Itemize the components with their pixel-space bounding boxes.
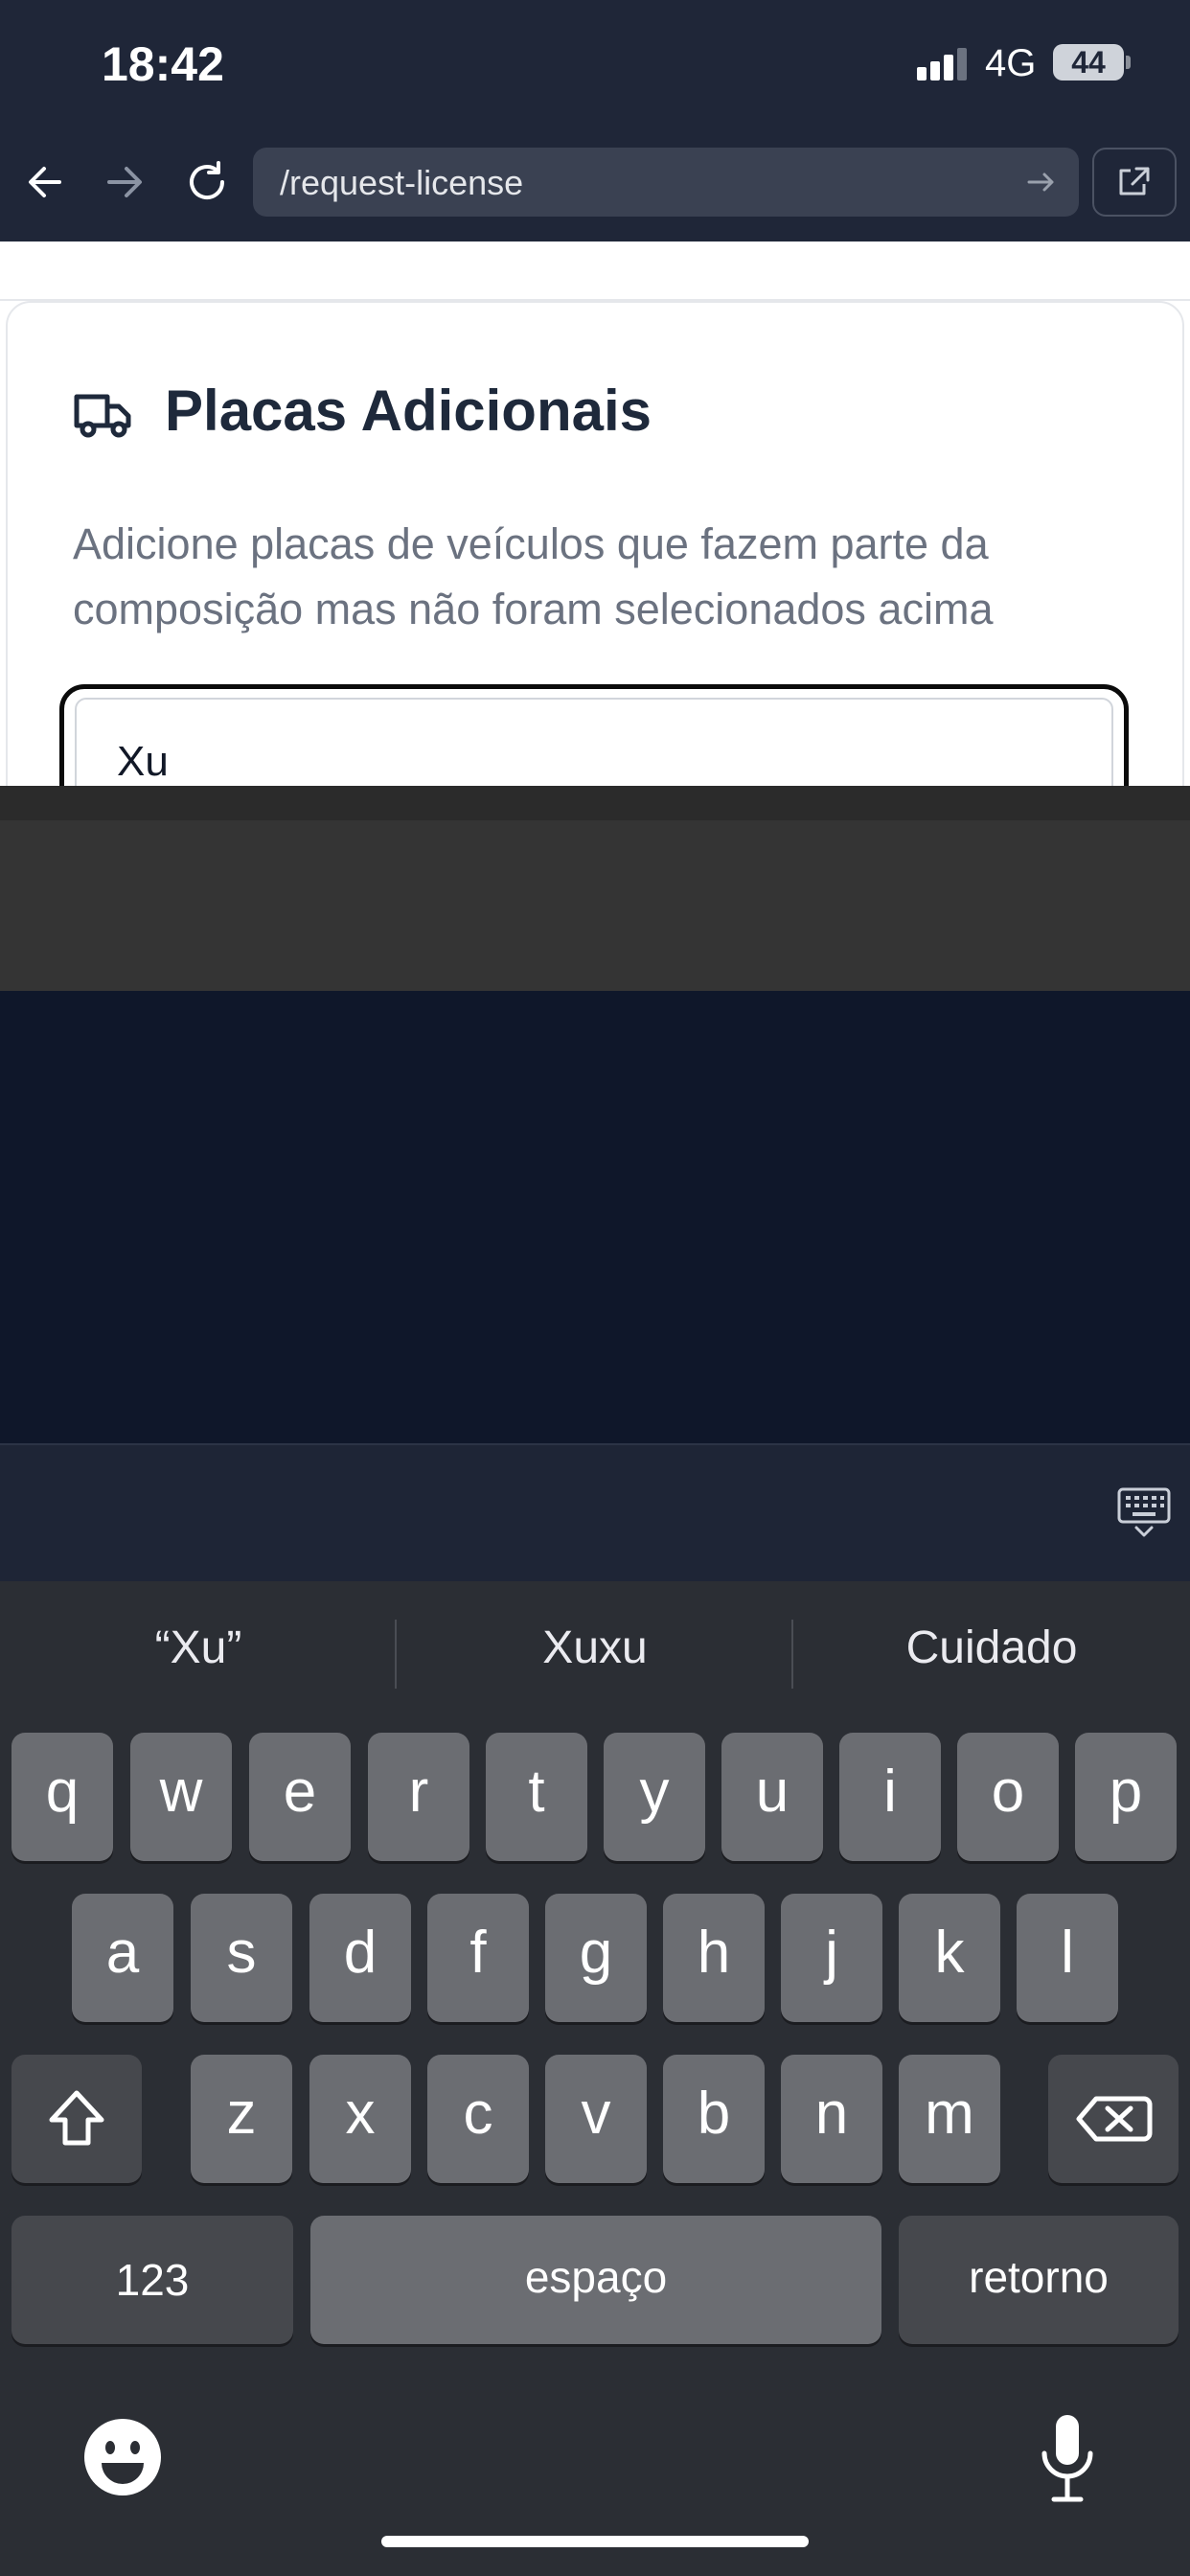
key-c[interactable]: c — [427, 2055, 529, 2183]
battery-icon: 44 — [1053, 44, 1124, 80]
shift-icon — [49, 2090, 104, 2146]
plate-input-value: Xu — [117, 738, 169, 785]
truck-icon — [74, 394, 131, 438]
key-z[interactable]: z — [191, 2055, 292, 2183]
return-key[interactable]: retorno — [899, 2216, 1179, 2344]
key-n[interactable]: n — [781, 2055, 882, 2183]
external-link-icon — [1119, 167, 1150, 196]
signal-icon — [917, 48, 969, 80]
key-g[interactable]: g — [545, 1894, 647, 2022]
keyboard-accessory-bar — [0, 1443, 1190, 1581]
back-button[interactable] — [11, 148, 80, 217]
microphone-icon[interactable] — [1033, 2411, 1102, 2505]
key-i[interactable]: i — [839, 1733, 941, 1861]
key-o[interactable]: o — [957, 1733, 1059, 1861]
open-external-button[interactable] — [1092, 148, 1177, 217]
suggestion-2[interactable]: Xuxu — [397, 1622, 793, 1683]
key-u[interactable]: u — [721, 1733, 823, 1861]
page-content: Placas Adicionais Adicione placas de veí… — [0, 242, 1190, 786]
key-m[interactable]: m — [899, 2055, 1000, 2183]
key-w[interactable]: w — [130, 1733, 232, 1861]
shift-key[interactable] — [11, 2055, 142, 2183]
key-s[interactable]: s — [191, 1894, 292, 2022]
url-text: /request-license — [280, 163, 524, 202]
forward-button[interactable] — [90, 148, 159, 217]
key-r[interactable]: r — [368, 1733, 469, 1861]
plate-input[interactable] — [75, 698, 1113, 786]
overlay-band-top — [0, 786, 1190, 820]
suggestion-1[interactable]: “Xu” — [0, 1622, 397, 1683]
numbers-key[interactable]: 123 — [11, 2216, 293, 2344]
key-b[interactable]: b — [663, 2055, 765, 2183]
key-f[interactable]: f — [427, 1894, 529, 2022]
overlay-backdrop — [0, 991, 1190, 1443]
space-key[interactable]: espaço — [310, 2216, 881, 2344]
battery-cap — [1126, 56, 1131, 69]
arrow-right-icon — [107, 167, 142, 197]
key-d[interactable]: d — [309, 1894, 411, 2022]
key-k[interactable]: k — [899, 1894, 1000, 2022]
key-e[interactable]: e — [249, 1733, 351, 1861]
key-j[interactable]: j — [781, 1894, 882, 2022]
key-l[interactable]: l — [1017, 1894, 1118, 2022]
key-p[interactable]: p — [1075, 1733, 1177, 1861]
reload-icon — [190, 161, 224, 199]
key-h[interactable]: h — [663, 1894, 765, 2022]
home-indicator — [381, 2536, 809, 2547]
suggestion-3[interactable]: Cuidado — [793, 1622, 1190, 1683]
status-time: 18:42 — [102, 37, 224, 91]
key-y[interactable]: y — [604, 1733, 705, 1861]
key-v[interactable]: v — [545, 2055, 647, 2183]
key-q[interactable]: q — [11, 1733, 113, 1861]
backspace-icon — [1076, 2096, 1153, 2142]
keyboard-dismiss-icon[interactable] — [1115, 1485, 1173, 1541]
card-description: Adicione placas de veículos que fazem pa… — [73, 519, 994, 633]
key-x[interactable]: x — [309, 2055, 411, 2183]
key-t[interactable]: t — [486, 1733, 587, 1861]
card-title: Placas Adicionais — [165, 379, 652, 443]
backspace-key[interactable] — [1048, 2055, 1179, 2183]
arrow-left-icon — [29, 167, 61, 197]
reload-button[interactable] — [172, 148, 241, 217]
network-type: 4G — [985, 42, 1037, 84]
emoji-icon[interactable] — [80, 2415, 165, 2499]
key-a[interactable]: a — [72, 1894, 173, 2022]
url-bar[interactable]: /request-license — [253, 148, 1079, 217]
go-arrow-icon[interactable] — [1019, 161, 1062, 203]
